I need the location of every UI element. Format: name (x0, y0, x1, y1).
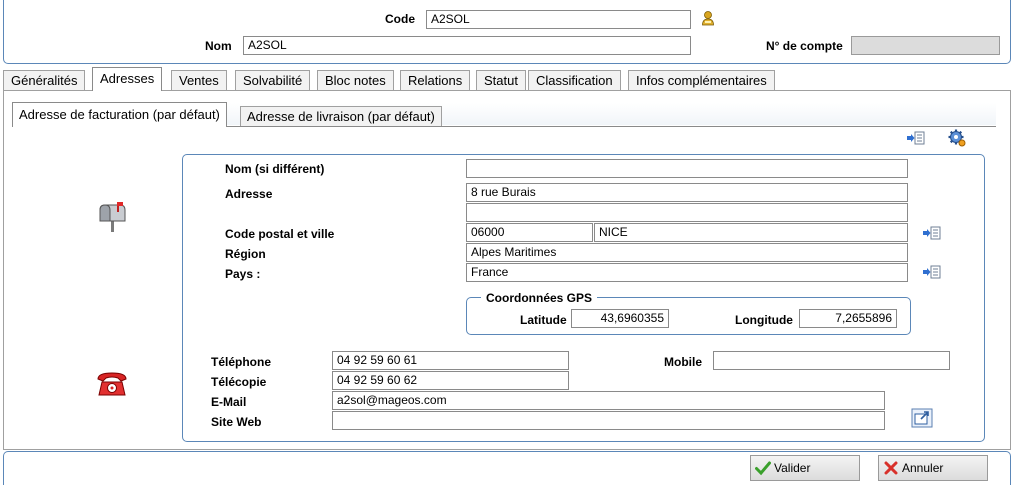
mailbox-icon (96, 200, 130, 234)
mobile-label: Mobile (664, 355, 702, 369)
pays-field[interactable]: France (466, 263, 908, 282)
city-lookup-icon[interactable] (922, 225, 942, 241)
subtab-facturation[interactable]: Adresse de facturation (par défaut) (12, 102, 227, 127)
region-label: Région (225, 247, 266, 261)
adresse-line2-field[interactable] (466, 203, 908, 222)
code-label: Code (385, 12, 415, 26)
nom-si-different-field[interactable] (466, 159, 908, 178)
nom-label: Nom (205, 39, 232, 53)
gps-title: Coordonnées GPS (481, 290, 598, 306)
adresse-line1-field[interactable]: 8 rue Burais (466, 183, 908, 202)
adresse-label: Adresse (225, 187, 273, 201)
latitude-field[interactable]: 43,6960355 (571, 309, 669, 328)
telephone-field[interactable]: 04 92 59 60 61 (332, 351, 569, 370)
telephone-label: Téléphone (211, 355, 272, 369)
open-website-icon[interactable] (911, 408, 933, 428)
region-field[interactable]: Alpes Maritimes (466, 243, 908, 262)
valider-label: Valider (774, 461, 811, 475)
valider-button[interactable]: Valider (750, 455, 860, 481)
tab-classification[interactable]: Classification (528, 70, 621, 90)
import-address-icon[interactable] (906, 130, 926, 146)
email-field[interactable]: a2sol@mageos.com (332, 391, 885, 410)
tab-relations[interactable]: Relations (400, 70, 471, 90)
tab-ventes[interactable]: Ventes (171, 70, 227, 90)
tab-adresses[interactable]: Adresses (92, 67, 163, 91)
cross-icon (883, 460, 899, 476)
check-icon (755, 460, 771, 476)
nom-field[interactable]: A2SOL (243, 36, 691, 55)
latitude-label: Latitude (520, 313, 567, 327)
compte-label: N° de compte (766, 39, 843, 53)
code-field[interactable]: A2SOL (426, 10, 691, 29)
nom-si-different-label: Nom (si différent) (225, 162, 325, 176)
telephone-icon (96, 370, 128, 398)
settings-gear-icon[interactable] (948, 129, 966, 147)
code-postal-ville-label: Code postal et ville (225, 227, 335, 241)
pays-label: Pays : (225, 267, 261, 281)
user-lookup-icon[interactable] (701, 10, 715, 26)
annuler-label: Annuler (902, 461, 944, 475)
tab-generalites[interactable]: Généralités (3, 70, 86, 90)
longitude-label: Longitude (735, 313, 793, 327)
tab-bloc-notes[interactable]: Bloc notes (317, 70, 394, 90)
subtab-livraison[interactable]: Adresse de livraison (par défaut) (240, 106, 442, 127)
site-web-field[interactable] (332, 411, 885, 430)
telecopie-label: Télécopie (211, 375, 267, 389)
tab-statut[interactable]: Statut (476, 70, 526, 90)
code-postal-field[interactable]: 06000 (466, 223, 593, 242)
annuler-button[interactable]: Annuler (878, 455, 988, 481)
country-lookup-icon[interactable] (922, 264, 942, 280)
ville-field[interactable]: NICE (594, 223, 908, 242)
compte-field (851, 36, 1000, 55)
site-web-label: Site Web (211, 415, 262, 429)
longitude-field[interactable]: 7,2655896 (799, 309, 897, 328)
tab-infos-complementaires[interactable]: Infos complémentaires (628, 70, 775, 90)
email-label: E-Mail (211, 395, 247, 409)
tab-solvabilite[interactable]: Solvabilité (235, 70, 311, 90)
telecopie-field[interactable]: 04 92 59 60 62 (332, 371, 569, 390)
mobile-field[interactable] (713, 351, 950, 370)
